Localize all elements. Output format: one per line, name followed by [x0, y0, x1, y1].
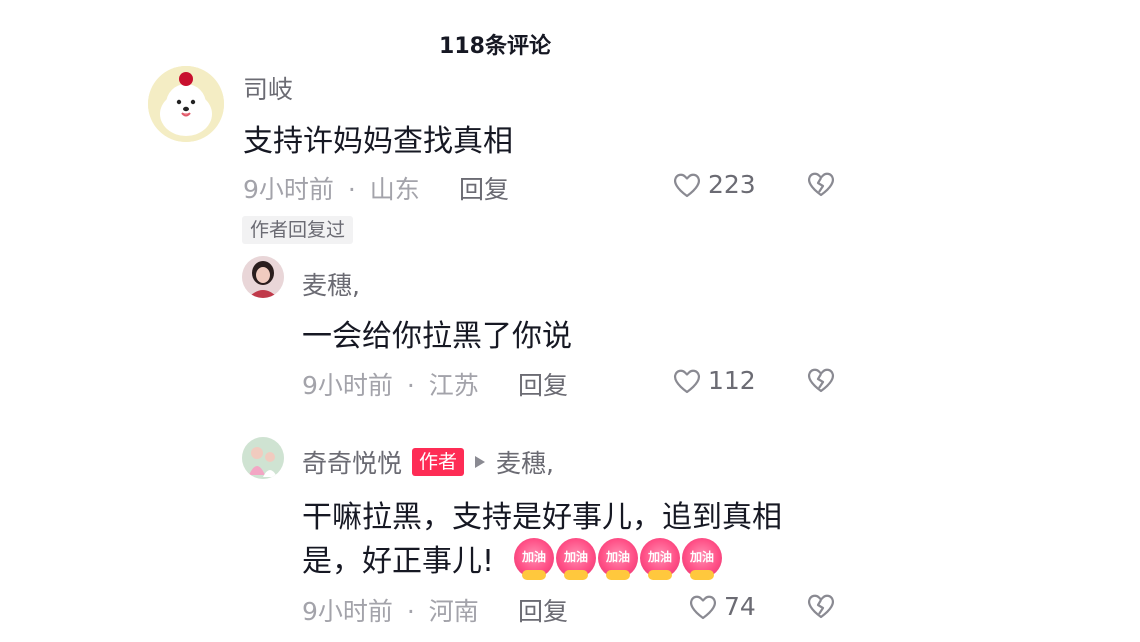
cheer-emoji-icon: 加油: [598, 538, 639, 580]
like-count: 112: [708, 366, 756, 395]
reply-header: 奇奇悦悦 作者 麦穗,: [302, 444, 554, 480]
comment-meta: 9小时前 · 河南: [302, 592, 479, 628]
cheer-emoji-icon: 加油: [514, 538, 555, 580]
avatar[interactable]: [242, 256, 284, 298]
heart-outline-icon: [674, 173, 700, 197]
cheer-emoji-icon: 加油: [640, 538, 681, 580]
comment-text: 一会给你拉黑了你说: [302, 319, 572, 354]
like-button[interactable]: 112: [672, 366, 756, 395]
reply-button[interactable]: 回复: [518, 592, 568, 628]
reply-button[interactable]: 回复: [518, 366, 568, 402]
emoji-label: 加油: [522, 550, 547, 564]
comment-meta: 9小时前 · 山东: [243, 170, 420, 206]
heart-outline-icon: [690, 595, 716, 619]
comment-username[interactable]: 麦穗,: [302, 266, 360, 302]
meta-separator: ·: [406, 371, 415, 400]
emoji-label: 加油: [648, 550, 673, 564]
broken-heart-icon: [808, 368, 834, 393]
dog-avatar-icon: [148, 66, 224, 142]
comment-text-line2-row: 是，好正事儿! 加油 加油 加油 加油 加油: [302, 536, 723, 580]
comment-text-line2: 是，好正事儿!: [302, 544, 495, 579]
comment-time: 9小时前: [243, 175, 334, 204]
comments-count-title: 118条评论: [439, 34, 551, 59]
broken-heart-icon: [808, 594, 834, 619]
author-replied-badge: 作者回复过: [242, 216, 354, 244]
heart-outline-icon: [674, 369, 700, 393]
meta-separator: ·: [406, 597, 415, 626]
avatar[interactable]: [148, 66, 224, 142]
comment-username[interactable]: 司岐: [243, 70, 293, 106]
dislike-button[interactable]: [806, 366, 836, 398]
person-avatar-icon: [242, 256, 284, 298]
comment-time: 9小时前: [302, 371, 393, 400]
reply-to-username[interactable]: 麦穗,: [496, 444, 554, 480]
like-count: 74: [724, 592, 756, 621]
comment-location: 山东: [369, 175, 420, 204]
emoji-label: 加油: [606, 550, 631, 564]
meta-separator: ·: [347, 175, 356, 204]
comment-location: 江苏: [428, 371, 479, 400]
emoji-label: 加油: [564, 550, 589, 564]
like-button[interactable]: 223: [672, 170, 756, 199]
avatar[interactable]: [242, 437, 284, 479]
cheer-emoji-icon: 加油: [682, 538, 723, 580]
comment-time: 9小时前: [302, 597, 393, 626]
reply-button[interactable]: 回复: [459, 170, 509, 206]
emoji-group: 加油 加油 加油 加油 加油: [514, 538, 723, 580]
author-tag: 作者: [412, 448, 465, 476]
broken-heart-icon: [808, 172, 834, 197]
emoji-label: 加油: [690, 550, 715, 564]
comment-meta: 9小时前 · 江苏: [302, 366, 479, 402]
comment-text-line1: 干嘛拉黑，支持是好事儿，追到真相: [302, 500, 782, 535]
like-button[interactable]: 74: [688, 592, 756, 621]
comment-username[interactable]: 奇奇悦悦: [302, 444, 402, 480]
dislike-button[interactable]: [806, 592, 836, 624]
like-count: 223: [708, 170, 756, 199]
children-avatar-icon: [242, 437, 284, 479]
comment-text: 支持许妈妈查找真相: [243, 124, 513, 159]
triangle-right-icon: [475, 456, 486, 468]
comment-location: 河南: [428, 597, 479, 626]
dislike-button[interactable]: [806, 170, 836, 202]
cheer-emoji-icon: 加油: [556, 538, 597, 580]
